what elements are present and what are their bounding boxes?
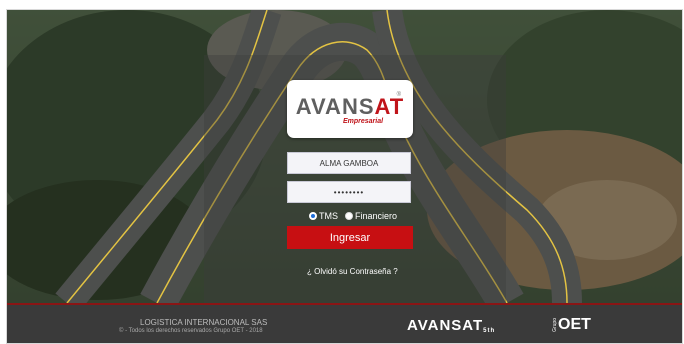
footer-avansat-logo: AVANSAT5th: [407, 317, 496, 334]
radio-unselected-icon[interactable]: [345, 212, 353, 220]
login-page: AVANSAT ® Empresarial TMS Financiero Ing…: [6, 9, 683, 344]
footer-copyright: © - Todos los derechos reservados Grupo …: [119, 328, 263, 334]
radio-tms[interactable]: TMS: [309, 211, 338, 221]
footer: LOGISTICA INTERNACIONAL SAS © - Todos lo…: [7, 303, 682, 343]
footer-company-name: LOGISTICA INTERNACIONAL SAS: [140, 318, 268, 327]
login-button[interactable]: Ingresar: [287, 226, 413, 249]
password-input[interactable]: [287, 181, 411, 203]
radio-tms-label: TMS: [319, 211, 338, 221]
footer-grupo-oet-logo: GrupoOET: [552, 316, 591, 333]
radio-selected-icon[interactable]: [309, 212, 317, 220]
radio-financiero-label: Financiero: [355, 211, 398, 221]
radio-financiero[interactable]: Financiero: [345, 211, 397, 221]
registered-mark: ®: [396, 92, 401, 98]
system-selector: TMS Financiero: [309, 210, 404, 222]
avansat-logo-card: AVANSAT ® Empresarial: [287, 80, 413, 138]
username-input[interactable]: [287, 152, 411, 174]
avansat-logo: AVANSAT: [295, 94, 405, 119]
forgot-password-link[interactable]: ¿ Olvidó su Contraseña ?: [307, 267, 398, 276]
